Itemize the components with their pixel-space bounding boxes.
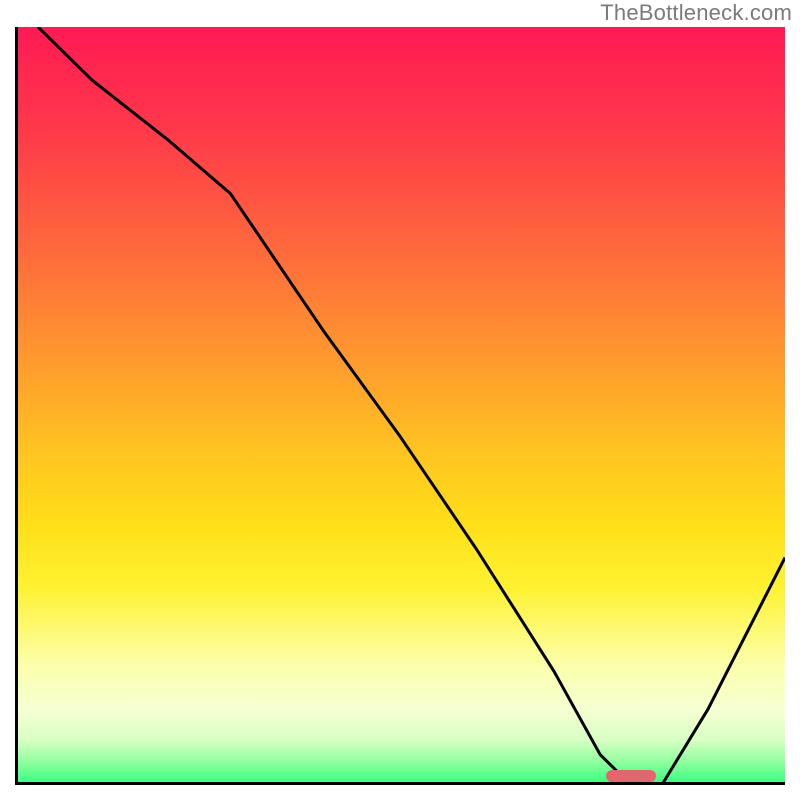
chart-container: TheBottleneck.com xyxy=(0,0,800,800)
watermark-label: TheBottleneck.com xyxy=(600,0,792,26)
bottleneck-curve xyxy=(15,27,785,785)
plot-area xyxy=(15,27,785,785)
optimal-marker xyxy=(606,770,656,782)
